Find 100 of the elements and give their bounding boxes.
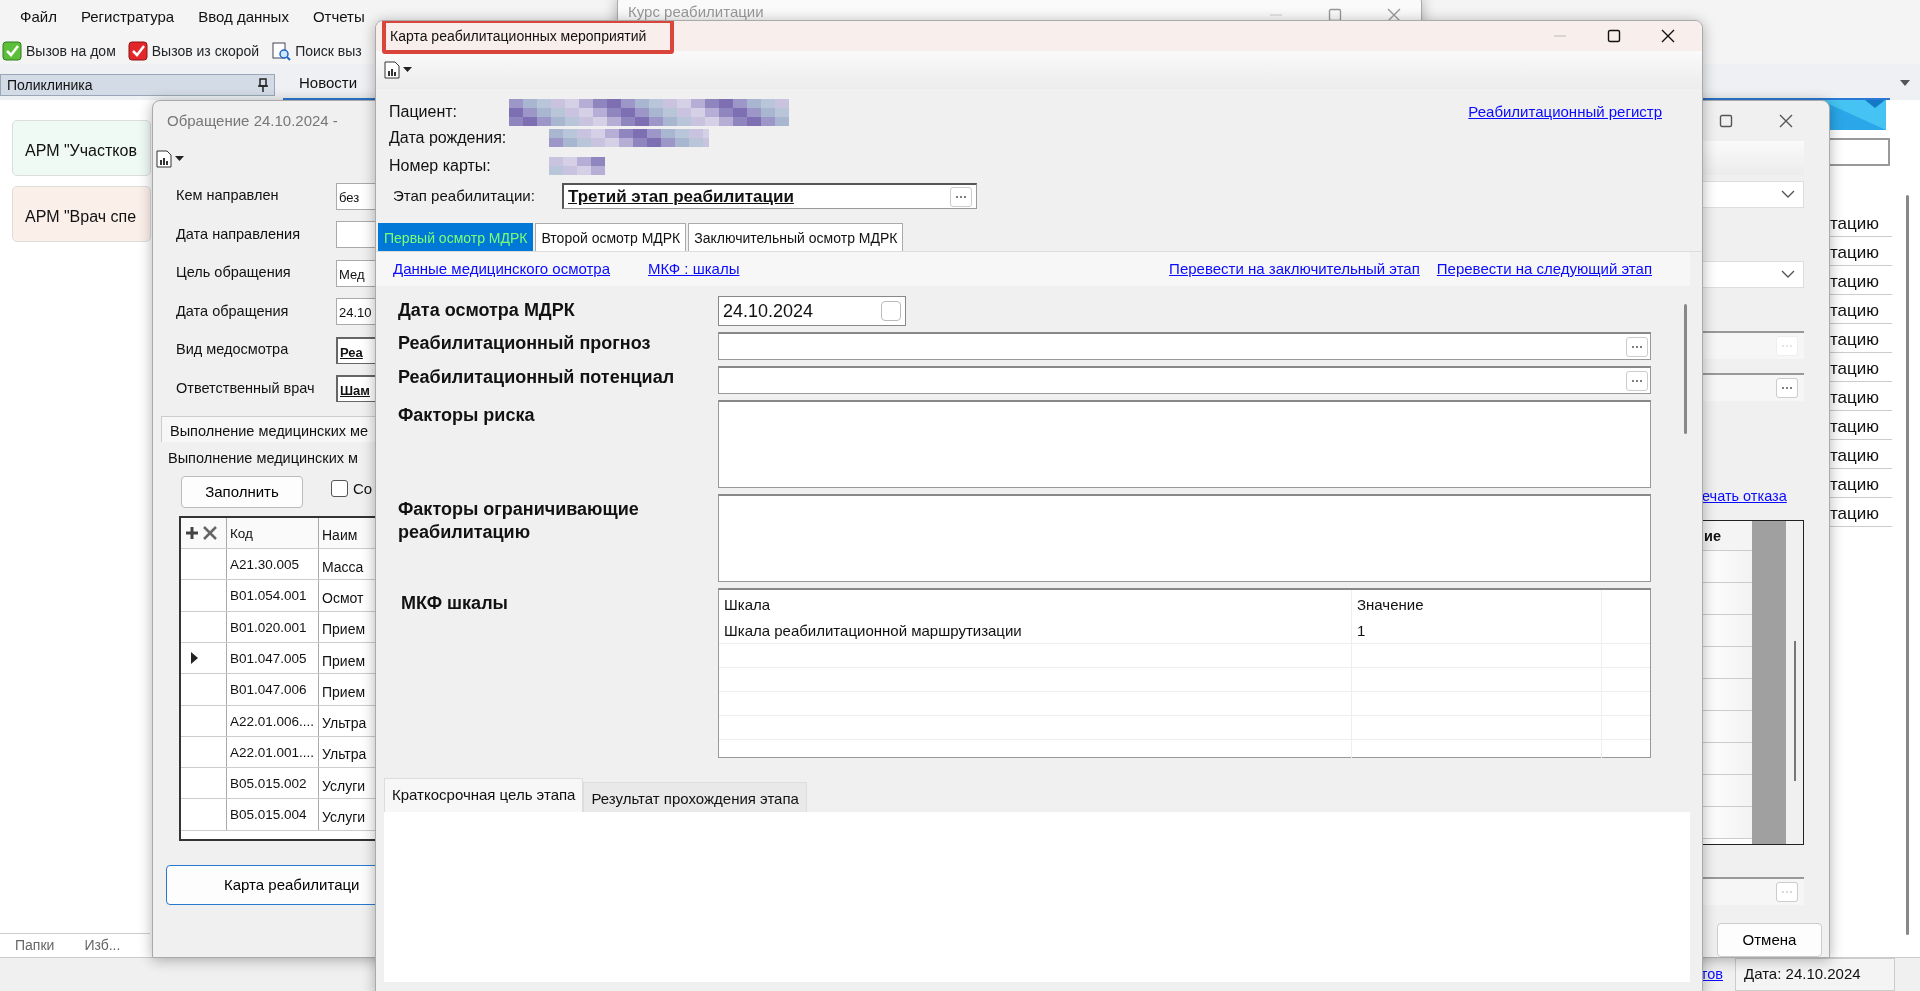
fill-button[interactable]: Заполнить — [181, 475, 303, 508]
input-field[interactable]: Мед — [336, 259, 376, 287]
plus-icon[interactable] — [185, 525, 199, 540]
registry-link[interactable]: Реабилитационный регистр — [1468, 100, 1662, 124]
table-cell-text: Ультра — [321, 745, 367, 765]
input-field[interactable]: без — [336, 182, 376, 210]
field-label: Дата рождения: — [389, 128, 508, 148]
caret-icon[interactable] — [1900, 80, 1910, 86]
field-label: Этап реабилитации: — [392, 185, 536, 206]
menu-item[interactable]: Отчеты — [312, 6, 365, 29]
table-cell: B01.054.001 — [227, 580, 319, 611]
table-cell: A21.30.005 — [227, 549, 319, 580]
table-cell-text: Услуги — [321, 808, 366, 828]
close-icon[interactable] — [1661, 29, 1675, 43]
tab[interactable]: Краткосрочная цель этапа — [384, 778, 584, 812]
column-header[interactable]: Значение — [1352, 590, 1602, 620]
link[interactable]: Данные медицинского осмотра — [393, 257, 611, 281]
ellipsis-button[interactable] — [1626, 370, 1648, 391]
table-cell-text: Ультра — [321, 714, 367, 734]
field-label: Факторы риска — [398, 404, 536, 427]
menu-item[interactable]: Ввод данных — [198, 6, 289, 29]
caret-icon[interactable] — [403, 67, 412, 73]
menu-item[interactable]: Файл — [20, 6, 57, 29]
table-cell-text: Масса — [321, 557, 364, 577]
stage-field[interactable]: Третий этап реабилитации — [562, 183, 977, 209]
lookup-field[interactable] — [718, 366, 1651, 394]
toolbar-button[interactable]: Поиск выз — [271, 40, 362, 62]
input-field[interactable]: Реа — [336, 336, 376, 364]
ellipsis-button[interactable] — [950, 186, 972, 207]
table-cell — [1702, 710, 1752, 743]
table-cell — [1702, 742, 1752, 775]
input-field[interactable]: 24.10 — [336, 298, 376, 326]
date-value: 24.10.2024 — [723, 299, 814, 323]
delete-icon[interactable] — [203, 525, 217, 540]
column-header[interactable]: ие — [1702, 520, 1752, 551]
toolbar-button[interactable]: Вызов из скорой — [127, 40, 260, 62]
menu-item[interactable]: Регистратура — [80, 6, 175, 29]
pin-icon[interactable] — [258, 78, 268, 92]
text-area[interactable] — [718, 400, 1651, 488]
table-cell — [1702, 550, 1752, 583]
maximize-icon[interactable] — [1719, 114, 1733, 128]
column-header[interactable]: Шкала — [719, 590, 1352, 620]
lookup-field[interactable] — [1702, 373, 1804, 401]
tab[interactable]: Заключительный осмотр МДРК — [688, 223, 904, 251]
date-field[interactable]: 24.10.2024 — [718, 296, 906, 326]
status-date: Дата: 24.10.2024 — [1735, 958, 1895, 991]
maximize-icon[interactable] — [1607, 29, 1621, 43]
table-cell: A22.01.006.... — [227, 705, 319, 736]
field-label: Дата осмотра МДРК — [398, 299, 576, 322]
tab[interactable]: Результат прохождения этапа — [583, 782, 807, 812]
table-cell: 1 — [1352, 620, 1602, 643]
table-cell: B05.015.004 — [227, 799, 319, 830]
table-cell — [1702, 582, 1752, 615]
report-icon[interactable] — [156, 150, 172, 168]
input-field[interactable] — [336, 221, 376, 249]
workstation-card[interactable]: АРМ "Участков — [12, 120, 151, 176]
panel-tab[interactable]: Папки — [15, 935, 55, 956]
link[interactable]: Перевести на следующий этап — [1436, 257, 1652, 281]
link[interactable]: Перевести на заключительный этап — [1169, 257, 1420, 281]
workstation-card[interactable]: АРМ "Врач спе — [12, 186, 151, 242]
date-picker-button[interactable] — [881, 301, 901, 321]
field-label: Пациент: — [389, 102, 458, 122]
report-icon[interactable] — [384, 61, 400, 79]
chevron-down-icon[interactable] — [1781, 270, 1795, 279]
lookup-field[interactable] — [1702, 331, 1804, 359]
scrollbar[interactable] — [1683, 304, 1687, 434]
table-cell — [1702, 774, 1752, 807]
field-label: Вид медосмотра — [176, 340, 290, 360]
table-cell — [1702, 678, 1752, 711]
table-cell: B01.047.005 — [227, 642, 319, 674]
column-header[interactable]: Наим — [319, 519, 358, 547]
lookup-field[interactable] — [1702, 876, 1804, 905]
column-header[interactable]: Код — [227, 517, 319, 549]
panel-tab[interactable]: Изб... — [84, 935, 121, 956]
checkbox[interactable] — [331, 480, 348, 498]
window-title: Обращение 24.10.2024 - — [167, 110, 338, 131]
toolbar-button[interactable]: Вызов на дом — [2, 40, 116, 62]
ellipsis-button[interactable] — [1626, 336, 1648, 357]
chevron-down-icon[interactable] — [1781, 190, 1795, 199]
close-icon[interactable] — [1779, 114, 1793, 128]
field-label: Кем направлен — [176, 186, 280, 206]
caret-icon[interactable] — [175, 156, 184, 162]
text-area[interactable] — [718, 494, 1651, 582]
print-link[interactable]: ечать отказа — [1702, 486, 1797, 508]
ellipsis-button[interactable] — [1776, 378, 1798, 398]
table-cell: B01.020.001 — [227, 611, 319, 642]
link[interactable]: МКФ : шкалы — [648, 257, 740, 281]
cancel-button[interactable]: Отмена — [1717, 922, 1822, 957]
rehab-card-button[interactable]: Карта реабилитаци — [166, 864, 376, 905]
tab[interactable]: Первый осмотр МДРК — [378, 223, 534, 251]
status-link[interactable]: тов — [1700, 963, 1723, 986]
panel-title: Поликлиника — [7, 75, 93, 95]
table-cell — [1702, 806, 1752, 839]
scrollbar[interactable] — [1793, 640, 1796, 781]
group-tab[interactable]: Выполнение медицинских ме — [161, 416, 376, 442]
input-field[interactable]: Шам — [336, 375, 376, 403]
tab[interactable]: Второй осмотр МДРК — [535, 223, 687, 251]
lookup-field[interactable] — [718, 332, 1651, 360]
scrollbar[interactable] — [1906, 195, 1909, 935]
table-cell-text: Прием — [321, 682, 366, 702]
